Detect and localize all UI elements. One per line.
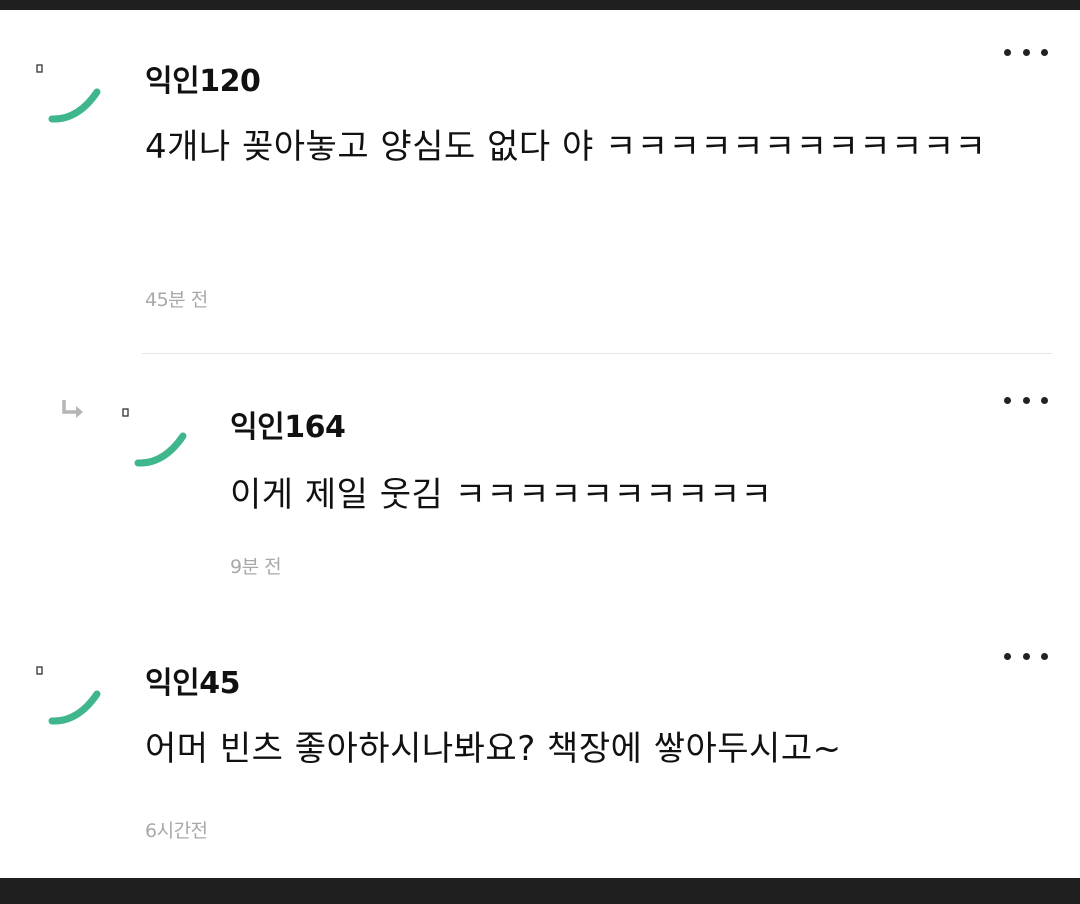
reply-comment-item: 익인164 이게 제일 웃김 ㅋㅋㅋㅋㅋㅋㅋㅋㅋㅋ 9분 전 [0,354,1080,604]
more-options-icon[interactable] [1004,388,1048,412]
avatar[interactable] [30,662,101,725]
avatar-arc-icon [36,64,101,123]
more-options-icon[interactable] [1004,40,1048,64]
comment-time: 45분 전 [145,289,208,311]
comment-username[interactable]: 익인164 [230,402,346,446]
comment-list: 익인120 4개나 꽂아놓고 양심도 없다 야 ㅋㅋㅋㅋㅋㅋㅋㅋㅋㅋㅋㅋ 45분… [0,10,1080,878]
comment-username[interactable]: 익인45 [145,658,240,702]
comment-item: 익인45 어머 빈츠 좋아하시나봐요? 책장에 쌓아두시고~ 6시간전 [0,610,1080,878]
comment-text: 4개나 꽂아놓고 양심도 없다 야 ㅋㅋㅋㅋㅋㅋㅋㅋㅋㅋㅋㅋ [145,127,987,167]
comment-text: 어머 빈츠 좋아하시나봐요? 책장에 쌓아두시고~ [145,729,842,769]
avatar[interactable] [30,60,101,123]
avatar-arc-icon [36,666,101,725]
avatar[interactable] [116,404,187,467]
comment-time: 6시간전 [145,820,208,842]
more-options-icon[interactable] [1004,644,1048,668]
comment-time: 9분 전 [230,556,282,578]
comment-item: 익인120 4개나 꽂아놓고 양심도 없다 야 ㅋㅋㅋㅋㅋㅋㅋㅋㅋㅋㅋㅋ 45분… [0,10,1080,353]
reply-arrow-icon [62,400,83,418]
comment-username[interactable]: 익인120 [145,56,261,100]
avatar-arc-icon [122,408,187,467]
comment-text: 이게 제일 웃김 ㅋㅋㅋㅋㅋㅋㅋㅋㅋㅋ [230,475,773,515]
